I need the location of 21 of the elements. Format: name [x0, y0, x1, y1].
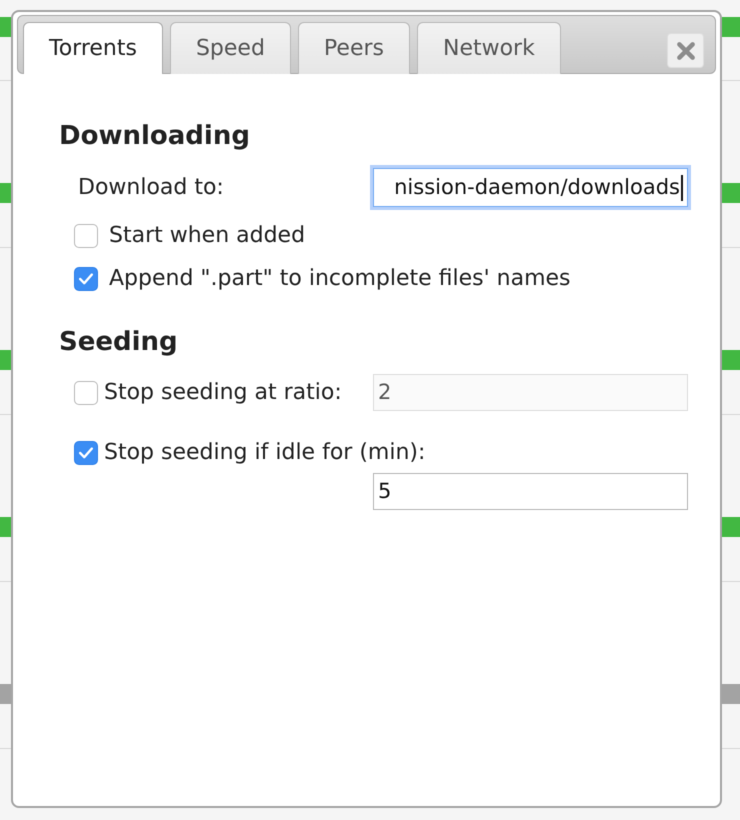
checkmark-icon: [79, 447, 93, 459]
section-heading: Downloading: [59, 121, 251, 152]
checkmark-icon: [79, 273, 93, 285]
field-label: Download to:: [77, 174, 224, 202]
text-cursor-icon: [681, 174, 683, 200]
checkbox-label: Stop seeding at ratio:: [104, 378, 342, 406]
text-field[interactable]: nission-daemon/downloads: [373, 168, 688, 207]
close-button[interactable]: [667, 33, 704, 68]
checkbox[interactable]: [74, 224, 98, 248]
tab[interactable]: Network: [416, 22, 561, 74]
tab[interactable]: Speed: [170, 22, 291, 74]
checkbox-label: Stop seeding if idle for (min):: [104, 439, 426, 467]
tab[interactable]: Torrents: [23, 22, 163, 74]
checkbox-label: Start when added: [109, 222, 306, 250]
close-icon: [676, 42, 694, 60]
text-field[interactable]: 5: [373, 473, 688, 510]
checkbox-label: Append ".part" to incomplete files' names: [109, 265, 571, 293]
checkbox[interactable]: [74, 267, 98, 291]
section-heading: Seeding: [59, 327, 179, 358]
tab[interactable]: Peers: [298, 22, 410, 74]
checkbox[interactable]: [74, 441, 98, 465]
